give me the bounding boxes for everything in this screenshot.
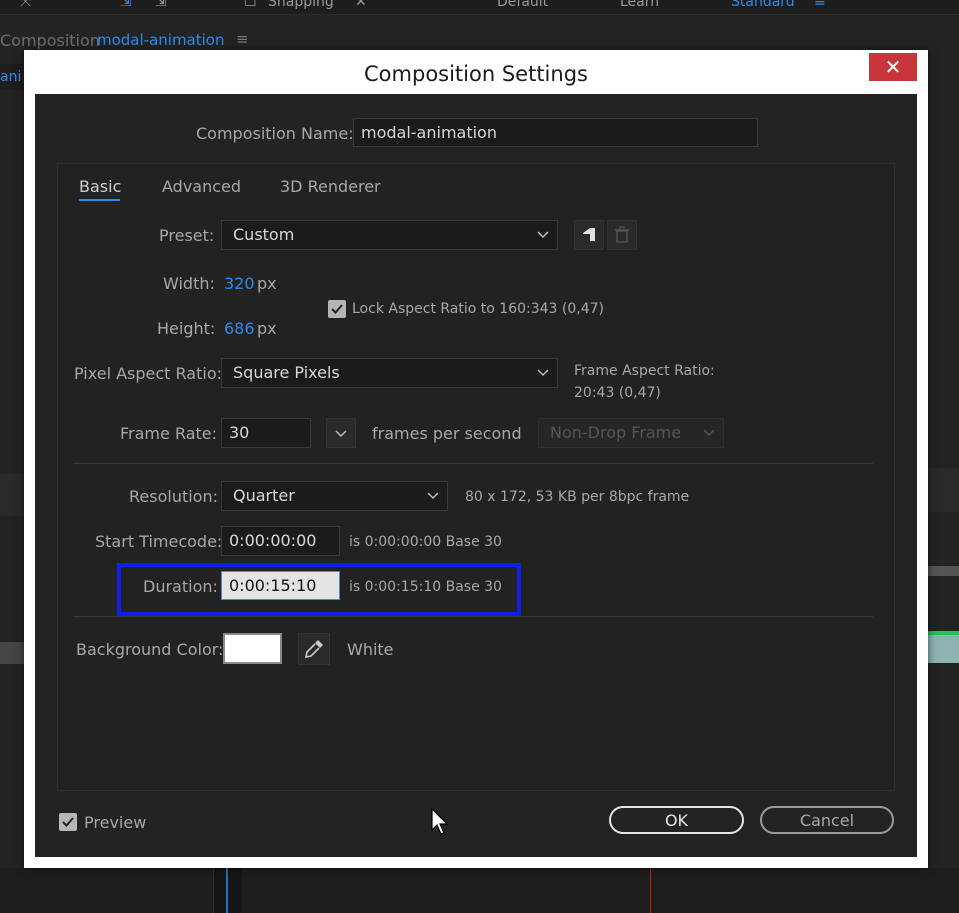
composition-panel-header: Composition modal-animation ≡ [0, 28, 959, 52]
duration-info: is 0:00:15:10 Base 30 [349, 579, 502, 595]
selection-tool-icon[interactable]: ⤧ [20, 0, 31, 10]
delete-preset-button[interactable] [607, 220, 637, 250]
ok-button[interactable]: OK [609, 806, 744, 834]
height-label: Height: [157, 319, 216, 338]
height-unit: px [257, 319, 277, 338]
composition-name-input[interactable]: modal-animation [353, 118, 758, 147]
frame-aspect-value: 20:43 (0,47) [574, 385, 661, 401]
resolution-value: Quarter [233, 486, 295, 505]
start-timecode-input[interactable]: 0:00:00:00 [221, 526, 340, 556]
preset-select[interactable]: Custom [221, 220, 558, 250]
snap-close-icon[interactable]: ✕ [355, 0, 367, 10]
snap-option-icon[interactable]: ⇲ [155, 0, 167, 10]
close-button[interactable]: ✕ [869, 53, 917, 81]
background-color-swatch[interactable] [223, 633, 282, 664]
timeline-panel [0, 868, 959, 913]
resolution-label: Resolution: [129, 487, 218, 506]
save-preset-button[interactable] [574, 220, 604, 250]
width-label: Width: [163, 274, 215, 293]
workspace-learn[interactable]: Learn [620, 0, 659, 10]
save-preset-icon [583, 228, 595, 241]
width-unit: px [257, 274, 277, 293]
settings-panel [57, 163, 895, 791]
composition-settings-dialog: Composition Settings ✕ Composition Name:… [24, 50, 928, 868]
preview-checkbox[interactable] [59, 813, 77, 831]
dialog-title: Composition Settings [364, 62, 588, 86]
start-timecode-label: Start Timecode: [95, 532, 223, 551]
drop-frame-select: Non-Drop Frame [538, 418, 724, 448]
frame-rate-label: Frame Rate: [120, 424, 218, 443]
preset-label: Preset: [159, 226, 215, 245]
frame-rate-unit: frames per second [372, 424, 522, 443]
resolution-info: 80 x 172, 53 KB per 8bpc frame [465, 489, 690, 505]
panel-menu-icon[interactable]: ≡ [236, 30, 249, 48]
snapping-label: Snapping [268, 0, 334, 10]
duration-input[interactable]: 0:00:15:10 [221, 571, 340, 600]
chevron-down-icon [537, 369, 549, 377]
current-time-indicator[interactable] [650, 868, 651, 913]
pixel-aspect-label: Pixel Aspect Ratio: [74, 364, 222, 383]
workspace-standard[interactable]: Standard [731, 0, 795, 10]
mouse-cursor-icon [431, 808, 449, 835]
composition-panel-name[interactable]: modal-animation [97, 31, 225, 49]
chevron-down-icon [427, 492, 439, 500]
lock-aspect-label: Lock Aspect Ratio to 160:343 (0,47) [352, 301, 604, 317]
pixel-aspect-select[interactable]: Square Pixels [221, 358, 558, 388]
snapping-checkbox[interactable]: ☐ [244, 0, 257, 10]
composition-name-label: Composition Name: [196, 124, 354, 143]
app-top-toolbar: ⤧ ⇲ ⇲ ☐ Snapping ✕ Default Learn Standar… [0, 0, 959, 15]
chevron-down-icon [703, 429, 715, 437]
checkmark-icon [331, 304, 343, 314]
timeline-right-strip [928, 468, 959, 668]
workspace-default[interactable]: Default [497, 0, 548, 10]
frame-rate-dropdown[interactable] [326, 418, 356, 448]
lock-aspect-checkbox[interactable] [328, 300, 346, 318]
chevron-down-icon [537, 231, 549, 239]
background-color-label: Background Color: [76, 640, 224, 659]
background-color-name: White [347, 640, 394, 659]
drop-frame-value: Non-Drop Frame [550, 423, 682, 442]
pixel-aspect-value: Square Pixels [233, 363, 340, 382]
tab-advanced[interactable]: Advanced [162, 177, 241, 196]
timeline-left-strip [0, 474, 24, 674]
tab-basic[interactable]: Basic [79, 177, 121, 196]
trash-icon [615, 226, 629, 243]
section-divider [73, 616, 873, 617]
workspace-menu-icon[interactable]: ≡ [814, 0, 826, 10]
composition-tab[interactable]: ani [0, 64, 24, 90]
composition-panel-label: Composition [0, 31, 100, 50]
frame-rate-input[interactable]: 30 [221, 418, 311, 448]
chevron-down-icon [335, 430, 347, 438]
resolution-select[interactable]: Quarter [221, 481, 448, 511]
duration-label: Duration: [143, 577, 218, 596]
preview-label: Preview [84, 813, 147, 832]
snap-tool-icon[interactable]: ⇲ [120, 0, 132, 10]
preset-value: Custom [233, 225, 295, 244]
height-value[interactable]: 686 [224, 319, 255, 338]
start-timecode-info: is 0:00:00:00 Base 30 [349, 534, 502, 550]
width-value[interactable]: 320 [224, 274, 255, 293]
work-area-marker [226, 868, 228, 913]
frame-aspect-label: Frame Aspect Ratio: [574, 363, 715, 379]
tab-basic-underline [79, 199, 120, 201]
eyedropper-icon [304, 640, 323, 659]
eyedropper-button[interactable] [298, 633, 330, 665]
section-divider [73, 463, 873, 464]
dialog-body: Composition Name: modal-animation Basic … [35, 94, 917, 857]
tab-3d-renderer[interactable]: 3D Renderer [280, 177, 381, 196]
checkmark-icon [62, 817, 74, 827]
cancel-button[interactable]: Cancel [760, 806, 894, 834]
